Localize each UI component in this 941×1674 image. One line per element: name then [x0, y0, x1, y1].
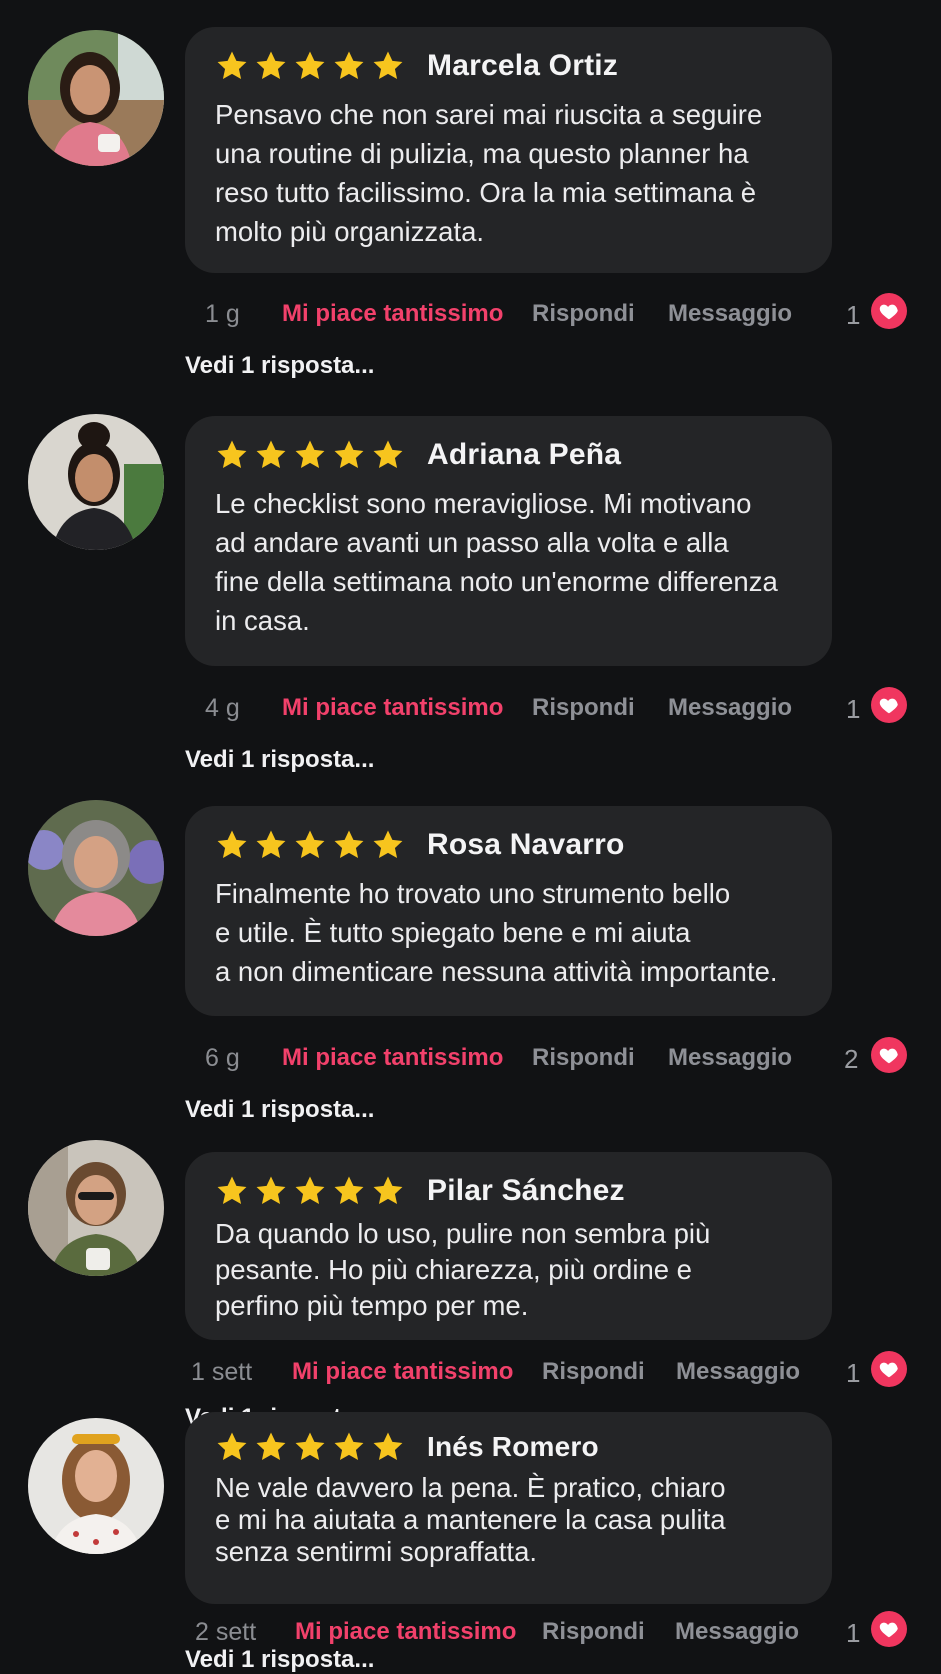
comment-actions: 1 g Mi piace tantissimo Rispondi Messagg…	[0, 292, 941, 332]
reply-button[interactable]: Rispondi	[532, 300, 635, 328]
author-name[interactable]: Marcela Ortiz	[427, 49, 618, 83]
comment-actions: 1 sett Mi piace tantissimo Rispondi Mess…	[0, 1350, 941, 1390]
reply-button[interactable]: Rispondi	[542, 1618, 645, 1646]
rating-stars	[215, 49, 405, 83]
star-icon	[256, 440, 286, 469]
star-icon	[334, 1432, 364, 1461]
reply-button[interactable]: Rispondi	[542, 1358, 645, 1386]
star-icon	[334, 440, 364, 469]
star-icon	[295, 51, 325, 80]
reply-button[interactable]: Rispondi	[532, 1044, 635, 1072]
heart-icon[interactable]	[871, 1351, 907, 1387]
author-name[interactable]: Inés Romero	[427, 1431, 599, 1463]
star-icon	[373, 1176, 403, 1205]
heart-icon[interactable]	[871, 293, 907, 329]
comment-time: 6 g	[205, 1044, 240, 1072]
comment-bubble: Marcela Ortiz Pensavo che non sarei mai …	[185, 27, 832, 273]
comment-actions: 2 sett Mi piace tantissimo Rispondi Mess…	[0, 1610, 941, 1650]
message-button[interactable]: Messaggio	[668, 300, 792, 328]
star-icon	[295, 1176, 325, 1205]
author-name[interactable]: Adriana Peña	[427, 438, 621, 472]
star-icon	[373, 51, 403, 80]
avatar[interactable]	[28, 414, 164, 550]
see-replies-link[interactable]: Vedi 1 risposta...	[185, 1646, 374, 1674]
message-button[interactable]: Messaggio	[668, 694, 792, 722]
message-button[interactable]: Messaggio	[675, 1618, 799, 1646]
like-count: 1	[846, 1358, 861, 1388]
star-icon	[334, 830, 364, 859]
love-reaction-button[interactable]: Mi piace tantissimo	[292, 1358, 513, 1386]
star-icon	[295, 830, 325, 859]
see-replies-link[interactable]: Vedi 1 risposta...	[185, 1096, 374, 1124]
like-count: 1	[846, 300, 861, 330]
star-icon	[217, 440, 247, 469]
comment-bubble: Rosa Navarro Finalmente ho trovato uno s…	[185, 806, 832, 1016]
star-icon	[217, 51, 247, 80]
star-icon	[295, 1432, 325, 1461]
star-icon	[334, 1176, 364, 1205]
avatar[interactable]	[28, 30, 164, 166]
author-name[interactable]: Pilar Sánchez	[427, 1174, 625, 1208]
see-replies-link[interactable]: Vedi 1 risposta...	[185, 746, 374, 774]
comment-text: Pensavo che non sarei mai riuscita a seg…	[215, 99, 763, 247]
star-icon	[373, 830, 403, 859]
avatar[interactable]	[28, 1140, 164, 1276]
avatar[interactable]	[28, 800, 164, 936]
star-icon	[256, 1176, 286, 1205]
comment-bubble: Pilar Sánchez Da quando lo uso, pulire n…	[185, 1152, 832, 1340]
author-name[interactable]: Rosa Navarro	[427, 828, 625, 862]
comment-time: 1 sett	[191, 1358, 253, 1386]
message-button[interactable]: Messaggio	[676, 1358, 800, 1386]
star-icon	[217, 830, 247, 859]
like-count: 1	[846, 694, 861, 724]
rating-stars	[215, 438, 405, 472]
star-icon	[256, 51, 286, 80]
comment-bubble: Inés Romero Ne vale davvero la pena. È p…	[185, 1412, 832, 1604]
star-icon	[373, 440, 403, 469]
love-reaction-button[interactable]: Mi piace tantissimo	[295, 1618, 516, 1646]
comment-text: Finalmente ho trovato uno strumento bell…	[215, 878, 778, 987]
rating-stars	[215, 828, 405, 862]
rating-stars	[215, 1430, 405, 1464]
heart-icon[interactable]	[871, 1611, 907, 1647]
star-icon	[295, 440, 325, 469]
love-reaction-button[interactable]: Mi piace tantissimo	[282, 1044, 503, 1072]
star-icon	[256, 830, 286, 859]
star-icon	[373, 1432, 403, 1461]
star-icon	[334, 51, 364, 80]
comment-time: 1 g	[205, 300, 240, 328]
comment-actions: 4 g Mi piace tantissimo Rispondi Messagg…	[0, 686, 941, 726]
see-replies-link[interactable]: Vedi 1 risposta...	[185, 352, 374, 380]
star-icon	[217, 1432, 247, 1461]
heart-icon[interactable]	[871, 1037, 907, 1073]
star-icon	[217, 1176, 247, 1205]
star-icon	[256, 1432, 286, 1461]
comment-actions: 6 g Mi piace tantissimo Rispondi Messagg…	[0, 1036, 941, 1076]
like-count: 2	[844, 1044, 859, 1074]
comment-bubble: Adriana Peña Le checklist sono meravigli…	[185, 416, 832, 666]
comment-text: Da quando lo uso, pulire non sembra più …	[215, 1218, 711, 1321]
love-reaction-button[interactable]: Mi piace tantissimo	[282, 300, 503, 328]
reply-button[interactable]: Rispondi	[532, 694, 635, 722]
love-reaction-button[interactable]: Mi piace tantissimo	[282, 694, 503, 722]
like-count: 1	[846, 1618, 861, 1648]
comment-time: 4 g	[205, 694, 240, 722]
message-button[interactable]: Messaggio	[668, 1044, 792, 1072]
comment-time: 2 sett	[195, 1618, 257, 1646]
comment-text: Ne vale davvero la pena. È pratico, chia…	[215, 1472, 726, 1567]
rating-stars	[215, 1174, 405, 1208]
comment-text: Le checklist sono meravigliose. Mi motiv…	[215, 488, 778, 636]
avatar[interactable]	[28, 1418, 164, 1554]
heart-icon[interactable]	[871, 687, 907, 723]
